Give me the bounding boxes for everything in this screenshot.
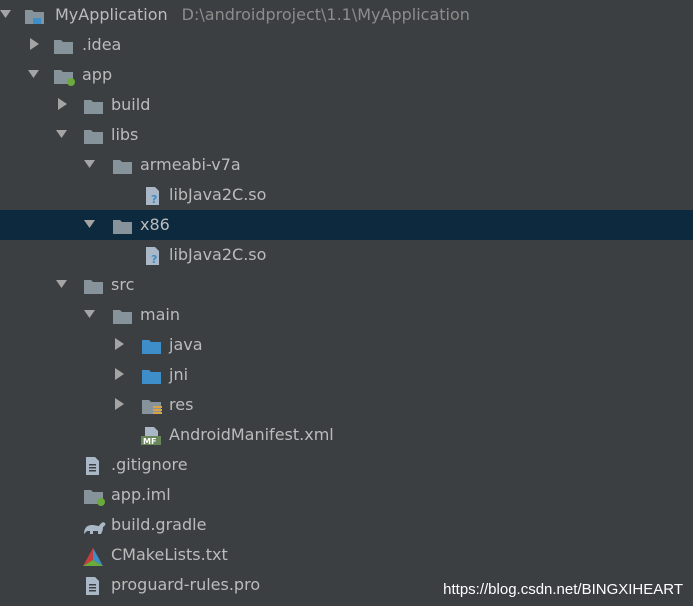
tree-row-main[interactable]: main [0, 300, 693, 330]
project-path: D:\androidproject\1.1\MyApplication [181, 5, 470, 24]
tree-row-libs[interactable]: libs [0, 120, 693, 150]
tree-label-main: main [140, 305, 180, 324]
tree-label-myapplication: MyApplication D:\androidproject\1.1\MyApp… [55, 5, 470, 24]
module-folder-icon [53, 66, 75, 86]
svg-text:MF: MF [143, 437, 156, 446]
tree-label-build: build [111, 95, 151, 114]
tree-label-libjava2c: libJava2C.so [169, 185, 267, 204]
tree-label-java: java [169, 335, 203, 354]
collapsed-arrow-icon[interactable] [113, 360, 129, 390]
tree-row-idea[interactable]: .idea [0, 30, 693, 60]
watermark: https://blog.csdn.net/BINGXIHEART [443, 581, 683, 598]
tree-row-appiml[interactable]: app.iml [0, 480, 693, 510]
tree-label-res: res [169, 395, 194, 414]
tree-label-appiml: app.iml [111, 485, 171, 504]
tree-label-proguard: proguard-rules.pro [111, 575, 261, 594]
expanded-arrow-icon[interactable] [56, 270, 72, 300]
folder-icon [112, 216, 132, 234]
tree-row-gitignore[interactable]: .gitignore [0, 450, 693, 480]
folder-icon [53, 36, 73, 54]
manifest-icon: MF [141, 426, 161, 446]
folder-icon [112, 306, 132, 324]
tree-row-res[interactable]: res [0, 390, 693, 420]
gradle-icon [82, 516, 106, 534]
tree-row-app[interactable]: app [0, 60, 693, 90]
collapsed-arrow-icon[interactable] [113, 330, 129, 360]
cmake-icon [83, 546, 103, 566]
collapsed-arrow-icon[interactable] [113, 390, 129, 420]
tree-label-jni: jni [169, 365, 189, 384]
tree-row-myapplication[interactable]: MyApplication D:\androidproject\1.1\MyApp… [0, 0, 693, 30]
svg-text:?: ? [151, 253, 157, 266]
tree-row-libjava2c-armeabi[interactable]: ? libJava2C.so [0, 180, 693, 210]
folder-icon [112, 156, 132, 174]
tree-row-libjava2c-x86[interactable]: ? libJava2C.so [0, 240, 693, 270]
tree-row-jni[interactable]: jni [0, 360, 693, 390]
tree-label-libs: libs [111, 125, 139, 144]
expanded-arrow-icon[interactable] [56, 120, 72, 150]
tree-label-gitignore: .gitignore [111, 455, 188, 474]
tree-row-x86[interactable]: x86 [0, 210, 693, 240]
expanded-arrow-icon[interactable] [84, 210, 100, 240]
expanded-arrow-icon[interactable] [0, 0, 16, 30]
unknown-file-icon: ? [143, 186, 163, 206]
tree-label-cmakelists: CMakeLists.txt [111, 545, 228, 564]
folder-icon [83, 276, 103, 294]
project-tree: MyApplication D:\androidproject\1.1\MyApp… [0, 0, 693, 600]
svg-text:?: ? [151, 193, 157, 206]
folder-icon [83, 96, 103, 114]
unknown-file-icon: ? [143, 246, 163, 266]
tree-row-src[interactable]: src [0, 270, 693, 300]
tree-row-cmakelists[interactable]: CMakeLists.txt [0, 540, 693, 570]
text-file-icon [84, 456, 104, 475]
folder-icon [83, 126, 103, 144]
expanded-arrow-icon[interactable] [84, 150, 100, 180]
tree-row-armeabi-v7a[interactable]: armeabi-v7a [0, 150, 693, 180]
expanded-arrow-icon[interactable] [28, 60, 44, 90]
resource-folder-icon [141, 396, 162, 414]
tree-label-buildgradle: build.gradle [111, 515, 207, 534]
collapsed-arrow-icon[interactable] [28, 30, 44, 60]
tree-row-java[interactable]: java [0, 330, 693, 360]
collapsed-arrow-icon[interactable] [56, 90, 72, 120]
tree-row-buildgradle[interactable]: build.gradle [0, 510, 693, 540]
tree-label-armeabi-v7a: armeabi-v7a [140, 155, 241, 174]
tree-label-libjava2c: libJava2C.so [169, 245, 267, 264]
source-folder-icon [141, 366, 161, 384]
tree-label-x86: x86 [140, 215, 170, 234]
source-folder-icon [141, 336, 161, 354]
tree-label-idea: .idea [82, 35, 122, 54]
tree-row-androidmanifest[interactable]: MF AndroidManifest.xml [0, 420, 693, 450]
tree-label-androidmanifest: AndroidManifest.xml [169, 425, 334, 444]
text-file-icon [84, 576, 104, 595]
expanded-arrow-icon[interactable] [84, 300, 100, 330]
module-file-icon [83, 486, 105, 506]
module-folder-icon [24, 6, 44, 24]
tree-label-app: app [82, 65, 113, 84]
tree-row-build[interactable]: build [0, 90, 693, 120]
tree-label-src: src [111, 275, 135, 294]
